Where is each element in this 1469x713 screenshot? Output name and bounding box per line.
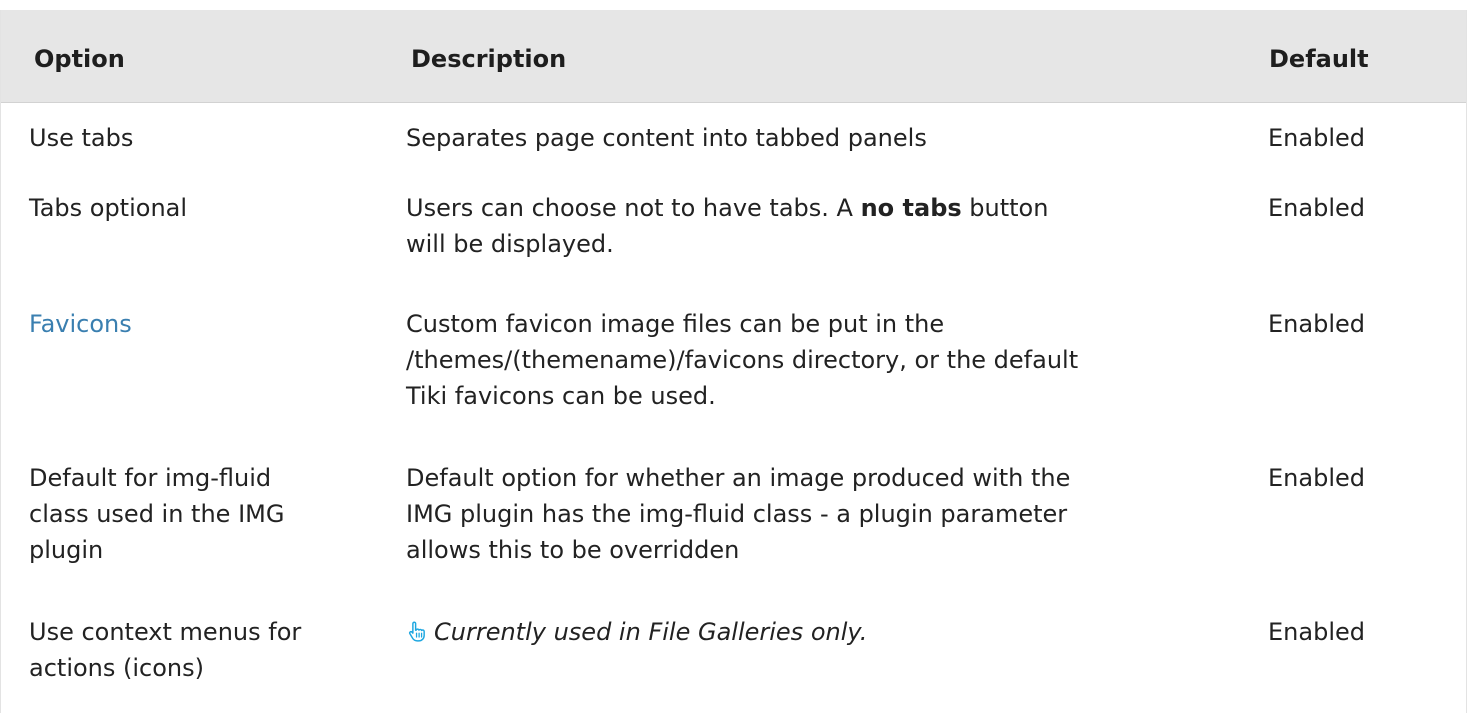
- option-text: Use context menus for: [29, 618, 302, 646]
- description-text: allows this to be overridden: [406, 536, 740, 564]
- description-text: Users can choose not to have tabs. A: [406, 194, 861, 222]
- default-cell: Enabled: [1268, 618, 1365, 646]
- description-cell: Currently used in File Galleries only.: [406, 614, 1236, 650]
- description-text: IMG plugin has the img-fluid class - a p…: [406, 500, 1068, 528]
- header-default: Default: [1269, 45, 1369, 73]
- default-cell: Enabled: [1268, 310, 1365, 338]
- description-cell: Users can choose not to have tabs. A no …: [406, 190, 1236, 262]
- header-description: Description: [411, 45, 567, 73]
- header-option: Option: [34, 45, 125, 73]
- table-header: Option Description Default: [1, 10, 1466, 103]
- favicons-link[interactable]: Favicons: [29, 310, 132, 338]
- description-cell: Default option for whether an image prod…: [406, 460, 1236, 568]
- description-text: Tiki favicons can be used.: [406, 382, 716, 410]
- description-text: Currently used in File Galleries only.: [434, 618, 868, 646]
- description-text: button: [961, 194, 1049, 222]
- option-cell: Favicons: [29, 306, 369, 342]
- option-text: Default for img-fluid: [29, 464, 272, 492]
- description-cell: Custom favicon image files can be put in…: [406, 306, 1236, 414]
- default-cell: Enabled: [1268, 464, 1365, 492]
- description-text: will be displayed.: [406, 230, 614, 258]
- description-text: /themes/(themename)/favicons directory, …: [406, 346, 1079, 374]
- option-text: plugin: [29, 536, 104, 564]
- option-cell: Use context menus for actions (icons): [29, 614, 369, 686]
- hand-pointer-icon: [408, 621, 425, 642]
- page: Option Description Default Use tabs Sepa…: [0, 0, 1469, 713]
- option-cell: Tabs optional: [29, 194, 188, 222]
- option-text: class used in the IMG: [29, 500, 285, 528]
- preferences-table: Option Description Default Use tabs Sepa…: [0, 10, 1467, 713]
- option-cell: Default for img-fluid class used in the …: [29, 460, 369, 568]
- default-cell: Enabled: [1268, 194, 1365, 222]
- option-cell: Use tabs: [29, 124, 134, 152]
- default-cell: Enabled: [1268, 124, 1365, 152]
- description-text: Default option for whether an image prod…: [406, 464, 1071, 492]
- description-text: Custom favicon image files can be put in…: [406, 310, 945, 338]
- description-cell: Separates page content into tabbed panel…: [406, 124, 927, 152]
- option-text: actions (icons): [29, 654, 204, 682]
- description-bold-text: no tabs: [860, 194, 962, 222]
